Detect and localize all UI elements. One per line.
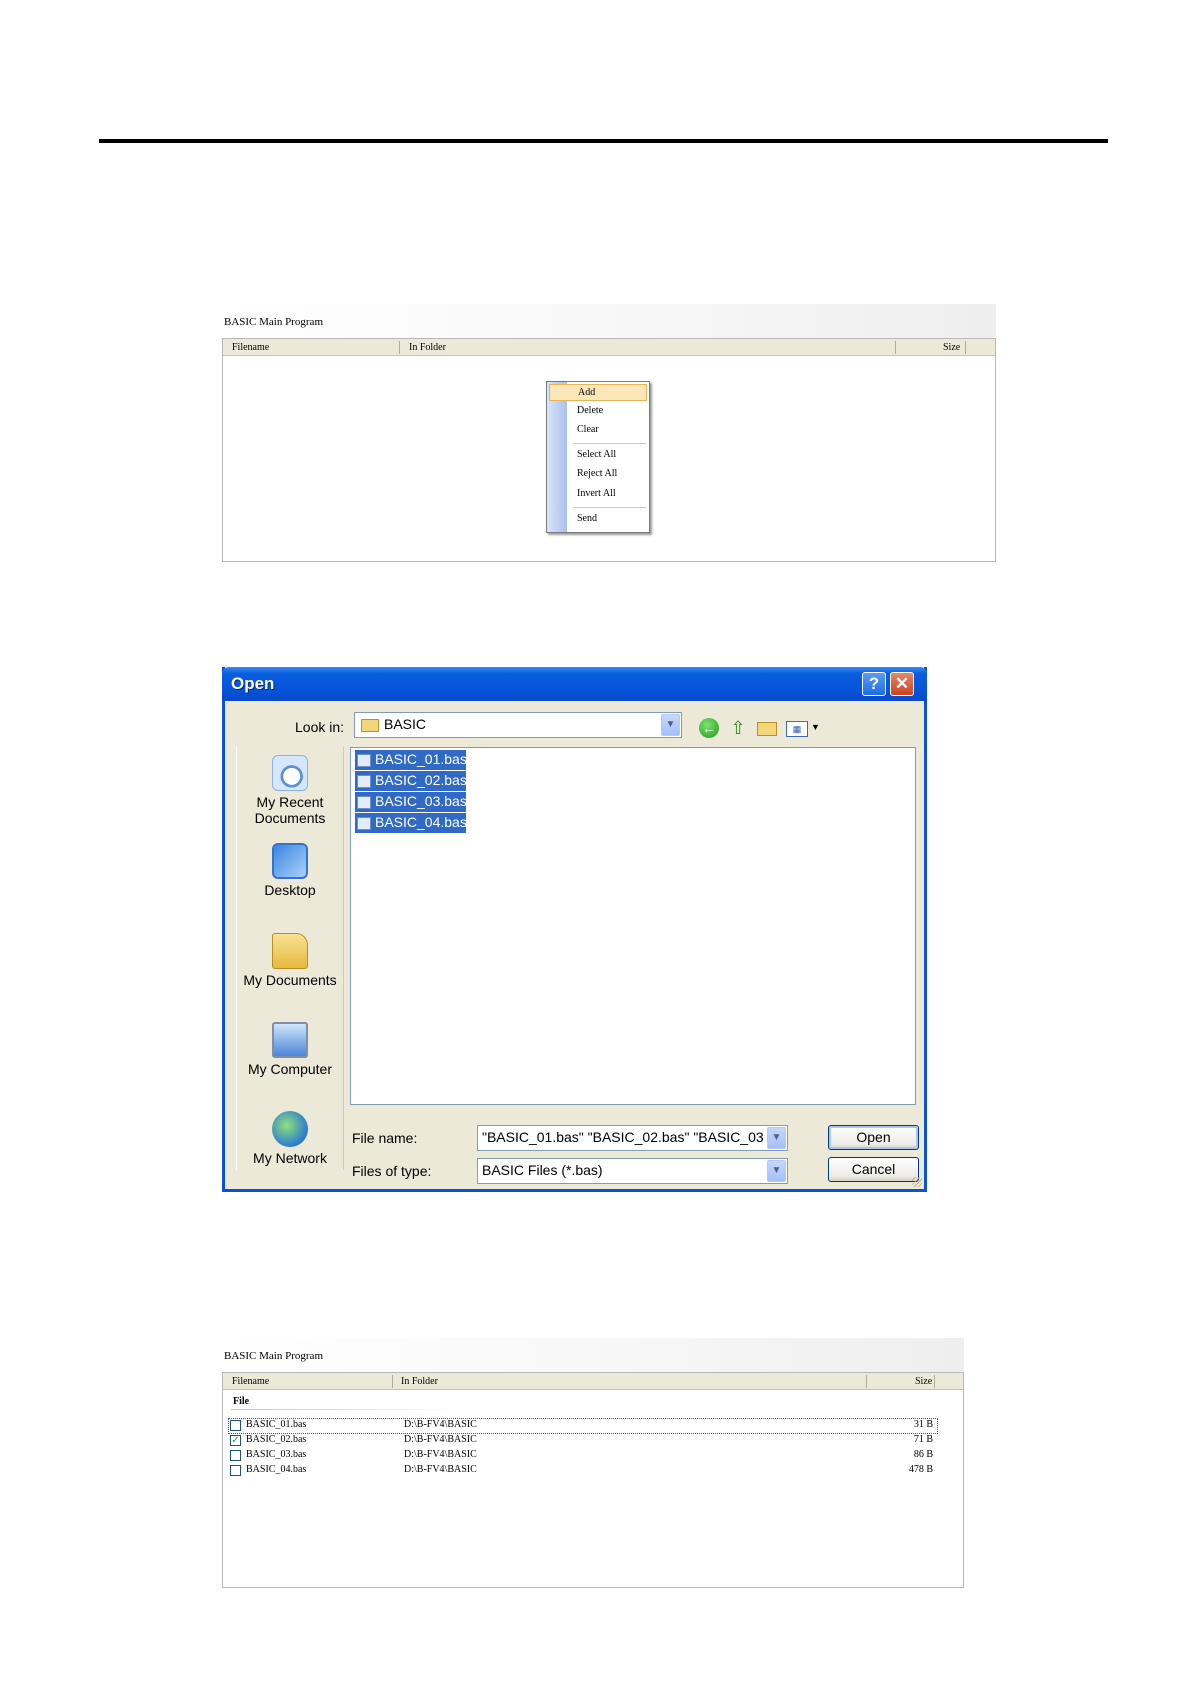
table-row[interactable]: BASIC_04.bas D:\B-FV4\BASIC 478 B xyxy=(229,1464,937,1478)
menu-item-clear[interactable]: Clear xyxy=(549,422,647,439)
file-name-label: File name: xyxy=(352,1130,418,1146)
file-item[interactable]: BASIC_01.bas xyxy=(355,750,467,770)
column-divider[interactable] xyxy=(392,1375,393,1388)
look-in-label: Look in: xyxy=(295,719,345,735)
file-item[interactable]: BASIC_04.bas xyxy=(355,813,467,833)
folder-icon xyxy=(361,719,379,732)
look-in-dropdown[interactable]: BASIC ▼ xyxy=(354,712,682,738)
column-filename[interactable]: Filename xyxy=(232,342,269,353)
basic-file-icon xyxy=(357,796,371,809)
place-my-network[interactable]: My Network xyxy=(237,1111,343,1166)
page-top-rule xyxy=(99,139,1108,143)
recent-documents-icon xyxy=(272,755,308,791)
file-name-value: "BASIC_01.bas" "BASIC_02.bas" "BASIC_03 xyxy=(482,1129,763,1145)
chevron-down-icon[interactable]: ▼ xyxy=(767,1127,786,1149)
my-network-icon xyxy=(272,1111,308,1147)
menu-separator xyxy=(573,443,646,444)
row-checkbox-checked[interactable]: ✓ xyxy=(230,1435,241,1446)
my-computer-icon xyxy=(272,1022,308,1058)
column-size[interactable]: Size xyxy=(943,342,960,353)
cancel-button[interactable]: Cancel xyxy=(828,1157,919,1182)
row-checkbox[interactable] xyxy=(230,1465,241,1476)
column-header: Filename In Folder Size xyxy=(223,339,995,356)
group-underline xyxy=(231,1409,461,1410)
file-browser-list[interactable]: BASIC_01.bas BASIC_02.bas BASIC_03.bas B… xyxy=(350,747,916,1105)
new-folder-icon[interactable] xyxy=(757,722,777,736)
column-divider[interactable] xyxy=(965,341,966,354)
menu-item-send[interactable]: Send xyxy=(549,511,647,528)
desktop-icon xyxy=(272,843,308,879)
chevron-down-icon[interactable]: ▼ xyxy=(767,1160,786,1182)
file-list-view[interactable]: Filename In Folder Size File BASIC_01.ba… xyxy=(222,1372,964,1588)
resize-grip-icon[interactable] xyxy=(912,1177,922,1187)
place-my-recent-documents[interactable]: My Recent Documents xyxy=(237,755,343,826)
file-name-input[interactable]: "BASIC_01.bas" "BASIC_02.bas" "BASIC_03 … xyxy=(477,1125,788,1151)
dialog-title: Open xyxy=(231,674,275,693)
place-my-computer[interactable]: My Computer xyxy=(237,1022,343,1077)
basic-main-program-panel-loaded: BASIC Main Program Filename In Folder Si… xyxy=(222,1338,964,1588)
column-header: Filename In Folder Size xyxy=(223,1373,963,1390)
dialog-title-bar[interactable]: Open ? ✕ xyxy=(222,667,927,701)
column-size[interactable]: Size xyxy=(915,1376,932,1387)
panel-title: BASIC Main Program xyxy=(224,1350,323,1362)
basic-file-icon xyxy=(357,817,371,830)
my-documents-icon xyxy=(272,933,308,969)
open-dialog: Open ? ✕ Look in: BASIC ▼ ← ⇧ ▦ ▼ My Rec… xyxy=(222,667,927,1192)
column-filename[interactable]: Filename xyxy=(232,1376,269,1387)
panel-title: BASIC Main Program xyxy=(224,316,323,328)
basic-file-icon xyxy=(357,775,371,788)
place-my-documents[interactable]: My Documents xyxy=(237,933,343,988)
panel-title-bar: BASIC Main Program xyxy=(222,304,996,338)
place-desktop[interactable]: Desktop xyxy=(237,843,343,898)
row-checkbox[interactable] xyxy=(230,1420,241,1431)
files-of-type-label: Files of type: xyxy=(352,1163,432,1179)
close-button[interactable]: ✕ xyxy=(890,672,914,696)
chevron-down-icon[interactable]: ▼ xyxy=(661,714,680,736)
panel-title-bar: BASIC Main Program xyxy=(222,1338,964,1372)
table-row[interactable]: BASIC_03.bas D:\B-FV4\BASIC 86 B xyxy=(229,1449,937,1463)
up-folder-icon[interactable]: ⇧ xyxy=(728,718,748,738)
basic-file-icon xyxy=(357,754,371,767)
table-row[interactable]: ✓ BASIC_02.bas D:\B-FV4\BASIC 71 B xyxy=(229,1434,937,1448)
row-checkbox[interactable] xyxy=(230,1450,241,1461)
column-in-folder[interactable]: In Folder xyxy=(401,1376,438,1387)
column-divider[interactable] xyxy=(399,341,400,354)
table-row[interactable]: BASIC_01.bas D:\B-FV4\BASIC 31 B xyxy=(228,1418,938,1434)
menu-item-reject-all[interactable]: Reject All xyxy=(549,466,647,483)
menu-item-add[interactable]: Add xyxy=(549,384,647,401)
menu-separator xyxy=(573,507,646,508)
file-item[interactable]: BASIC_03.bas xyxy=(355,792,467,812)
file-item[interactable]: BASIC_02.bas xyxy=(355,771,467,791)
files-of-type-value: BASIC Files (*.bas) xyxy=(482,1162,603,1178)
views-menu-icon[interactable]: ▦ xyxy=(786,721,808,737)
open-button[interactable]: Open xyxy=(828,1125,919,1150)
context-menu: Add Delete Clear Select All Reject All I… xyxy=(546,381,650,533)
menu-item-select-all[interactable]: Select All xyxy=(549,447,647,464)
column-divider[interactable] xyxy=(934,1375,935,1388)
look-in-value: BASIC xyxy=(384,716,427,732)
column-divider[interactable] xyxy=(895,341,896,354)
back-icon[interactable]: ← xyxy=(699,718,719,738)
views-dropdown-arrow-icon[interactable]: ▼ xyxy=(811,722,820,732)
menu-item-invert-all[interactable]: Invert All xyxy=(549,486,647,503)
files-of-type-select[interactable]: BASIC Files (*.bas) ▼ xyxy=(477,1158,788,1184)
group-header-file: File xyxy=(233,1396,250,1407)
menu-item-delete[interactable]: Delete xyxy=(549,403,647,420)
places-bar: My Recent Documents Desktop My Documents… xyxy=(236,747,344,1170)
help-button[interactable]: ? xyxy=(862,672,886,696)
column-in-folder[interactable]: In Folder xyxy=(409,342,446,353)
column-divider[interactable] xyxy=(866,1375,867,1388)
